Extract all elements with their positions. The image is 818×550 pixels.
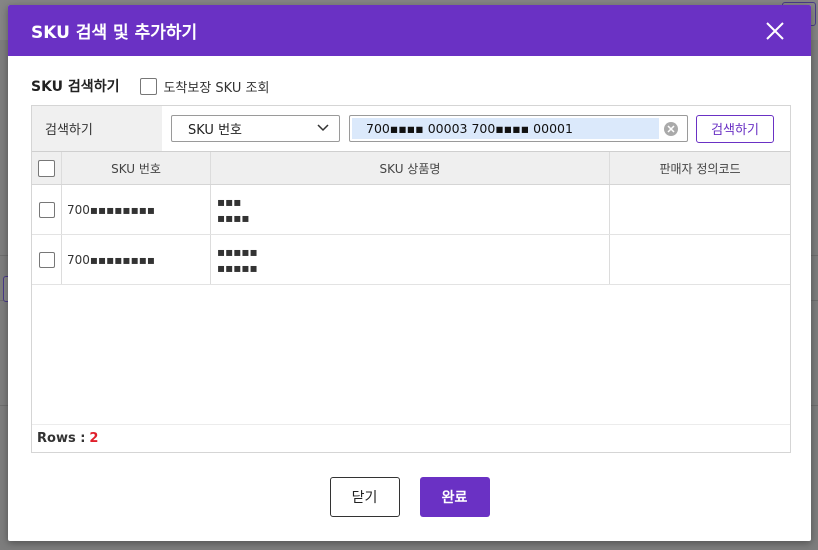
- column-header-product-name[interactable]: SKU 상품명: [211, 152, 610, 184]
- product-name-cell: ▪▪▪▪▪ ▪▪▪▪▪: [211, 235, 610, 284]
- row-checkbox[interactable]: [38, 251, 55, 268]
- rows-summary: Rows : 2: [32, 424, 790, 452]
- row-checkbox[interactable]: [38, 201, 55, 218]
- rows-label: Rows :: [37, 431, 86, 446]
- rows-count: 2: [89, 431, 99, 446]
- select-all-checkbox[interactable]: [38, 159, 55, 177]
- sku-cell: 700▪▪▪▪▪▪▪▪: [62, 185, 211, 234]
- search-label: 검색하기: [32, 106, 162, 151]
- search-input-value[interactable]: 700▪▪▪▪ 00003 700▪▪▪▪ 00001: [352, 118, 659, 139]
- search-row: 검색하기 SKU 번호 700▪▪▪▪ 00003 700▪▪▪▪ 00001 …: [32, 106, 790, 152]
- close-button[interactable]: 닫기: [329, 477, 400, 517]
- section-header: SKU 검색하기 도착보장 SKU 조회: [31, 76, 269, 96]
- select-all-cell: [32, 152, 62, 184]
- table-row[interactable]: 700▪▪▪▪▪▪▪▪ ▪▪▪ ▪▪▪▪: [32, 185, 790, 235]
- row-select-cell: [32, 235, 62, 284]
- modal-footer: 닫기 완료: [8, 477, 811, 517]
- product-name-line: ▪▪▪: [217, 194, 242, 209]
- sku-search-modal: SKU 검색 및 추가하기 SKU 검색하기 도착보장 SKU 조회 검색하기 …: [8, 5, 811, 541]
- sku-table: SKU 번호 SKU 상품명 판매자 정의코드 700▪▪▪▪▪▪▪▪ ▪▪▪ …: [32, 152, 790, 285]
- close-icon[interactable]: [763, 19, 787, 43]
- chevron-down-icon: [317, 121, 329, 136]
- arrival-guarantee-label: 도착보장 SKU 조회: [163, 80, 270, 96]
- clear-icon[interactable]: [664, 122, 678, 136]
- seller-code-cell: [610, 235, 790, 284]
- search-panel: 검색하기 SKU 번호 700▪▪▪▪ 00003 700▪▪▪▪ 00001 …: [31, 105, 791, 453]
- modal-title: SKU 검색 및 추가하기: [31, 23, 198, 43]
- column-header-sku[interactable]: SKU 번호: [62, 152, 211, 184]
- product-name-cell: ▪▪▪ ▪▪▪▪: [211, 185, 610, 234]
- arrival-guarantee-option[interactable]: 도착보장 SKU 조회: [140, 77, 269, 96]
- row-select-cell: [32, 185, 62, 234]
- seller-code-cell: [610, 185, 790, 234]
- search-button[interactable]: 검색하기: [696, 114, 774, 143]
- search-type-value: SKU 번호: [188, 123, 242, 138]
- search-type-select[interactable]: SKU 번호: [171, 115, 340, 142]
- table-row[interactable]: 700▪▪▪▪▪▪▪▪ ▪▪▪▪▪ ▪▪▪▪▪: [32, 235, 790, 285]
- done-button[interactable]: 완료: [419, 477, 490, 517]
- table-header: SKU 번호 SKU 상품명 판매자 정의코드: [32, 152, 790, 185]
- column-header-seller-code[interactable]: 판매자 정의코드: [610, 152, 790, 184]
- section-title: SKU 검색하기: [31, 79, 120, 95]
- product-name-line: ▪▪▪▪▪: [217, 244, 258, 259]
- product-name-line: ▪▪▪▪▪: [217, 260, 258, 275]
- sku-cell: 700▪▪▪▪▪▪▪▪: [62, 235, 211, 284]
- modal-header: SKU 검색 및 추가하기: [8, 5, 811, 56]
- search-input[interactable]: 700▪▪▪▪ 00003 700▪▪▪▪ 00001: [349, 115, 688, 142]
- product-name-line: ▪▪▪▪: [217, 210, 250, 225]
- arrival-guarantee-checkbox[interactable]: [140, 77, 158, 95]
